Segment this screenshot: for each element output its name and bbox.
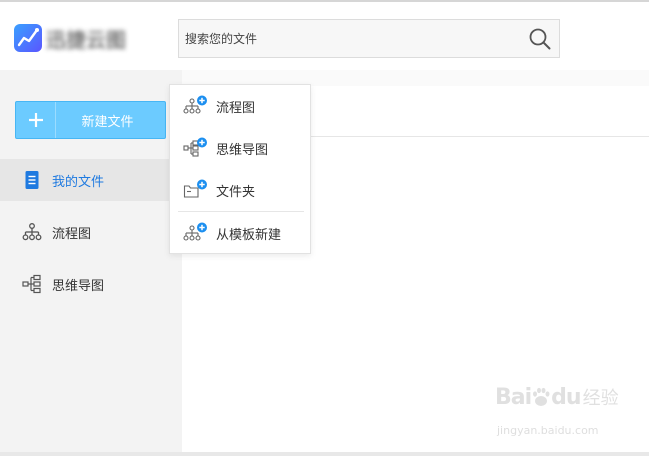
watermark-cn: 经验 [582,388,619,409]
sidebar-item-flowchart[interactable]: 流程图 [0,211,182,253]
sidebar-item-label: 思维导图 [52,278,105,294]
menu-item-new-flowchart[interactable]: 流程图 [170,85,310,127]
logo-chart-icon [17,28,39,47]
brand-char: 云 [86,27,106,52]
menu-item-new-mindmap[interactable]: 思维导图 [170,127,310,169]
menu-item-label: 从模板新建 [216,227,282,243]
brand-char: 图 [106,27,126,52]
baidu-jingyan-watermark: Bai du 经验 jingyan.baidu.com [495,384,625,440]
menu-item-label: 思维导图 [216,142,269,158]
new-file-button[interactable]: 新建文件 [15,101,166,139]
menu-item-new-from-template[interactable]: 从模板新建 [170,212,310,254]
brand-char: 迅 [46,27,66,52]
search-icon [529,28,551,50]
new-flowchart-icon [183,95,209,117]
plus-icon [16,102,56,138]
sidebar-item-label: 流程图 [52,226,92,242]
top-bar: 迅 捷 云 图 [0,0,649,70]
watermark-text: du [551,384,581,410]
search-input[interactable] [179,20,519,57]
app-logo[interactable] [14,24,42,52]
new-file-menu: 流程图 思维导图 文件夹 从模板新建 [169,84,311,254]
search-button[interactable] [527,26,553,52]
new-mindmap-icon [183,137,209,159]
menu-item-label: 流程图 [216,100,256,116]
menu-item-new-folder[interactable]: 文件夹 [170,169,310,211]
sidebar-item-label: 我的文件 [52,174,105,190]
paw-icon [533,387,550,406]
sidebar-item-mindmap[interactable]: 思维导图 [0,263,182,305]
new-from-template-icon [183,222,209,244]
flowchart-icon [22,222,42,242]
search-box [178,19,560,58]
watermark-text: Bai [495,384,532,410]
brand-name: 迅 捷 云 图 [46,26,126,52]
bottom-border [0,452,649,456]
menu-item-label: 文件夹 [216,184,256,200]
mindmap-icon [22,274,42,294]
new-file-button-label: 新建文件 [81,114,134,130]
document-icon [22,170,42,190]
watermark-url: jingyan.baidu.com [497,424,599,437]
new-folder-icon [183,179,209,201]
brand-char: 捷 [66,27,86,52]
sidebar-item-my-files[interactable]: 我的文件 [0,159,182,201]
